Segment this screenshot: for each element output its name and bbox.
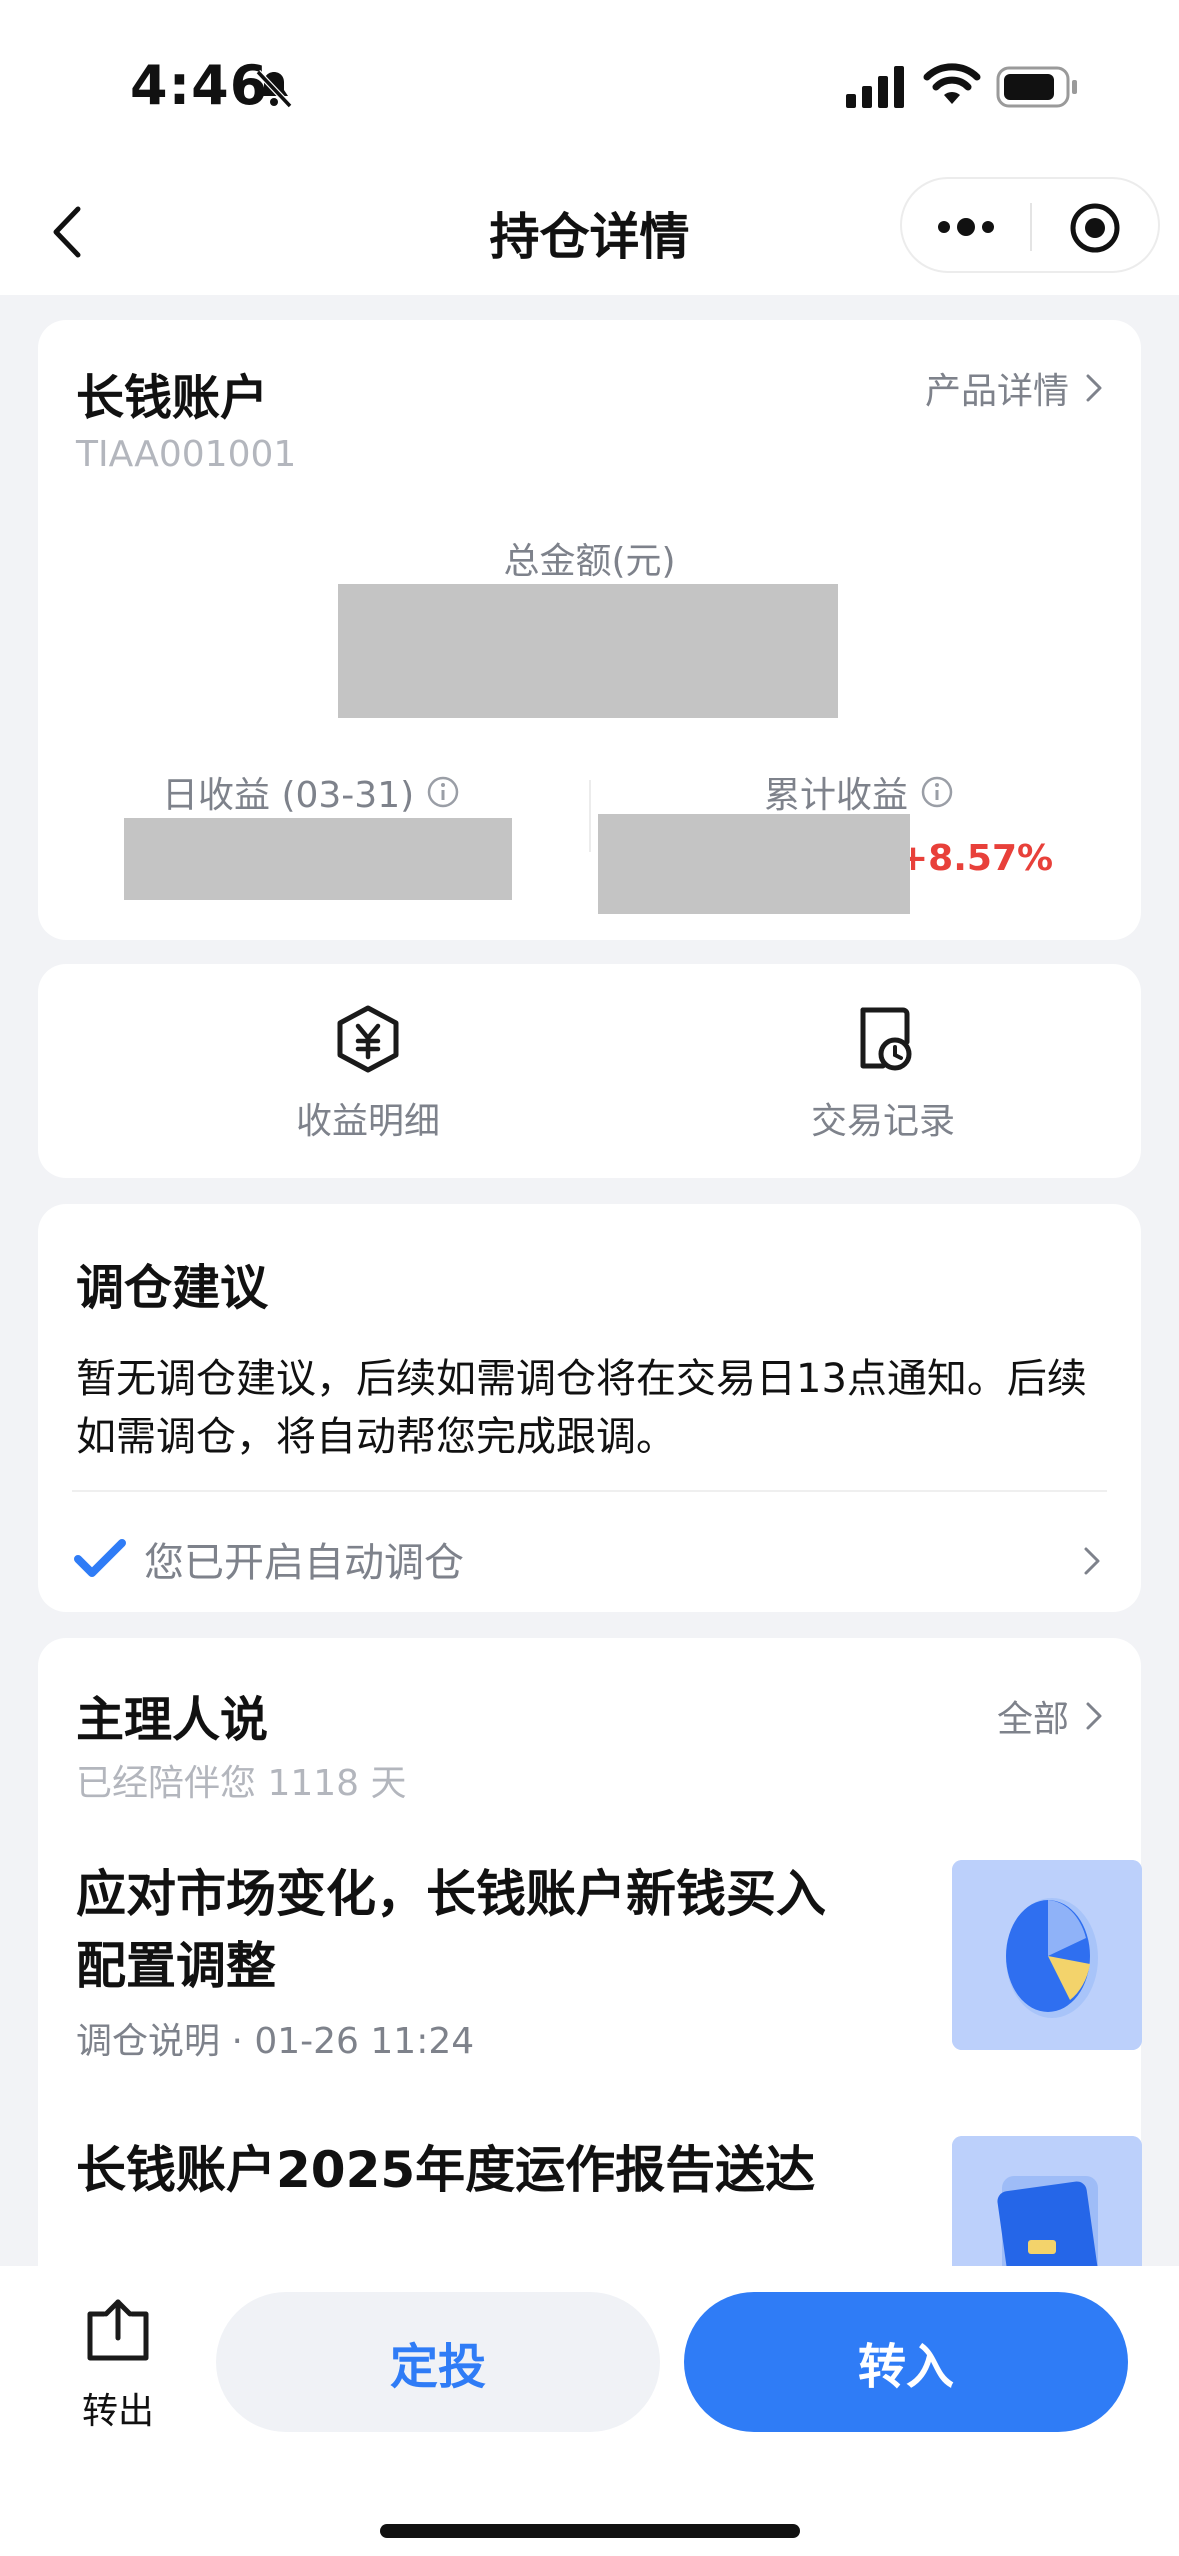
chevron-right-icon <box>1084 1547 1100 1575</box>
sip-button[interactable]: 定投 <box>216 2292 660 2432</box>
income-divider <box>589 780 591 852</box>
article-title: 长钱账户2025年度运作报告送达 <box>76 2141 816 2199</box>
auto-rebalance-row[interactable]: 您已开启自动调仓 <box>74 1524 1111 1594</box>
status-bar: 4:46 <box>0 0 1179 175</box>
article-thumbnail <box>952 1860 1142 2050</box>
battery-icon <box>996 66 1077 108</box>
capsule-divider <box>1030 203 1032 251</box>
total-amount-label: 总金额(元) <box>503 541 676 582</box>
info-icon[interactable] <box>920 775 954 809</box>
auto-rebalance-status: 您已开启自动调仓 <box>144 1540 464 1586</box>
pie-chart-illustration-icon <box>952 1860 1142 2050</box>
income-detail-button[interactable]: 收益明细 <box>168 1004 568 1144</box>
cumulative-return-percent: +8.57% <box>898 838 1054 879</box>
transfer-in-button[interactable]: 转入 <box>684 2292 1128 2432</box>
transfer-out-button[interactable]: 转出 <box>72 2294 164 2434</box>
account-summary-card: 长钱账户 TIAA001001 产品详情 总金额(元) 日收益 (03-31) … <box>38 320 1141 940</box>
mini-program-capsule <box>900 177 1160 273</box>
rebalance-notice: 暂无调仓建议，后续如需调仓将在交易日13点通知。后续如需调仓，将自动帮您完成跟调… <box>76 1356 1087 1460</box>
close-target-icon[interactable] <box>1068 201 1122 255</box>
upload-box-icon <box>87 2299 149 2361</box>
product-detail-link[interactable]: 产品详情 <box>925 362 1105 414</box>
account-name: 长钱账户 <box>76 370 269 426</box>
cumulative-income-label: 累计收益 <box>764 766 954 818</box>
cumulative-income-text: 累计收益 <box>764 775 909 816</box>
account-code: TIAA001001 <box>76 434 297 475</box>
income-detail-label: 收益明细 <box>295 1101 440 1142</box>
view-all-label: 全部 <box>996 1699 1069 1740</box>
view-all-link[interactable]: 全部 <box>997 1690 1105 1742</box>
rebalance-divider <box>72 1490 1107 1492</box>
record-clock-icon <box>860 1007 912 1071</box>
nav-bar: 持仓详情 <box>0 175 1179 295</box>
trade-records-label: 交易记录 <box>810 1101 955 1142</box>
daily-income-text: 日收益 (03-31) <box>162 775 415 816</box>
checkmark-icon <box>74 1539 126 1577</box>
more-dots-icon[interactable] <box>936 215 996 239</box>
transfer-out-label: 转出 <box>81 2391 154 2432</box>
chevron-right-icon <box>1086 374 1102 402</box>
yuan-hexagon-icon <box>337 1005 399 1073</box>
article-item[interactable]: 应对市场变化，长钱账户新钱买入配置调整 调仓说明 · 01-26 11:24 <box>76 1858 1142 2062</box>
info-icon[interactable] <box>426 775 460 809</box>
chevron-right-icon <box>1086 1702 1102 1730</box>
bottom-action-bar: 转出 定投 转入 <box>0 2266 1179 2556</box>
wifi-icon <box>923 63 981 104</box>
bell-muted-icon <box>255 69 293 109</box>
cellular-signal-icon <box>846 66 904 108</box>
article-title: 应对市场变化，长钱账户新钱买入配置调整 <box>76 1865 826 1995</box>
status-time: 4:46 <box>130 54 269 117</box>
rebalance-card: 调仓建议 暂无调仓建议，后续如需调仓将在交易日13点通知。后续如需调仓，将自动帮… <box>38 1204 1141 1612</box>
trade-records-button[interactable]: 交易记录 <box>683 1004 1083 1144</box>
cumulative-income-redacted <box>598 814 910 914</box>
product-detail-label: 产品详情 <box>924 371 1069 412</box>
quick-actions-card: 收益明细 交易记录 <box>38 964 1141 1178</box>
daily-income-label: 日收益 (03-31) <box>162 766 460 818</box>
article-meta: 调仓说明 · 01-26 11:24 <box>76 2021 475 2062</box>
rebalance-title: 调仓建议 <box>76 1260 269 1316</box>
accompany-days: 已经陪伴您 1118 天 <box>76 1763 407 1804</box>
daily-income-redacted <box>124 818 512 900</box>
home-indicator[interactable] <box>380 2524 800 2538</box>
total-amount-redacted <box>338 584 838 718</box>
manager-title: 主理人说 <box>76 1692 269 1748</box>
